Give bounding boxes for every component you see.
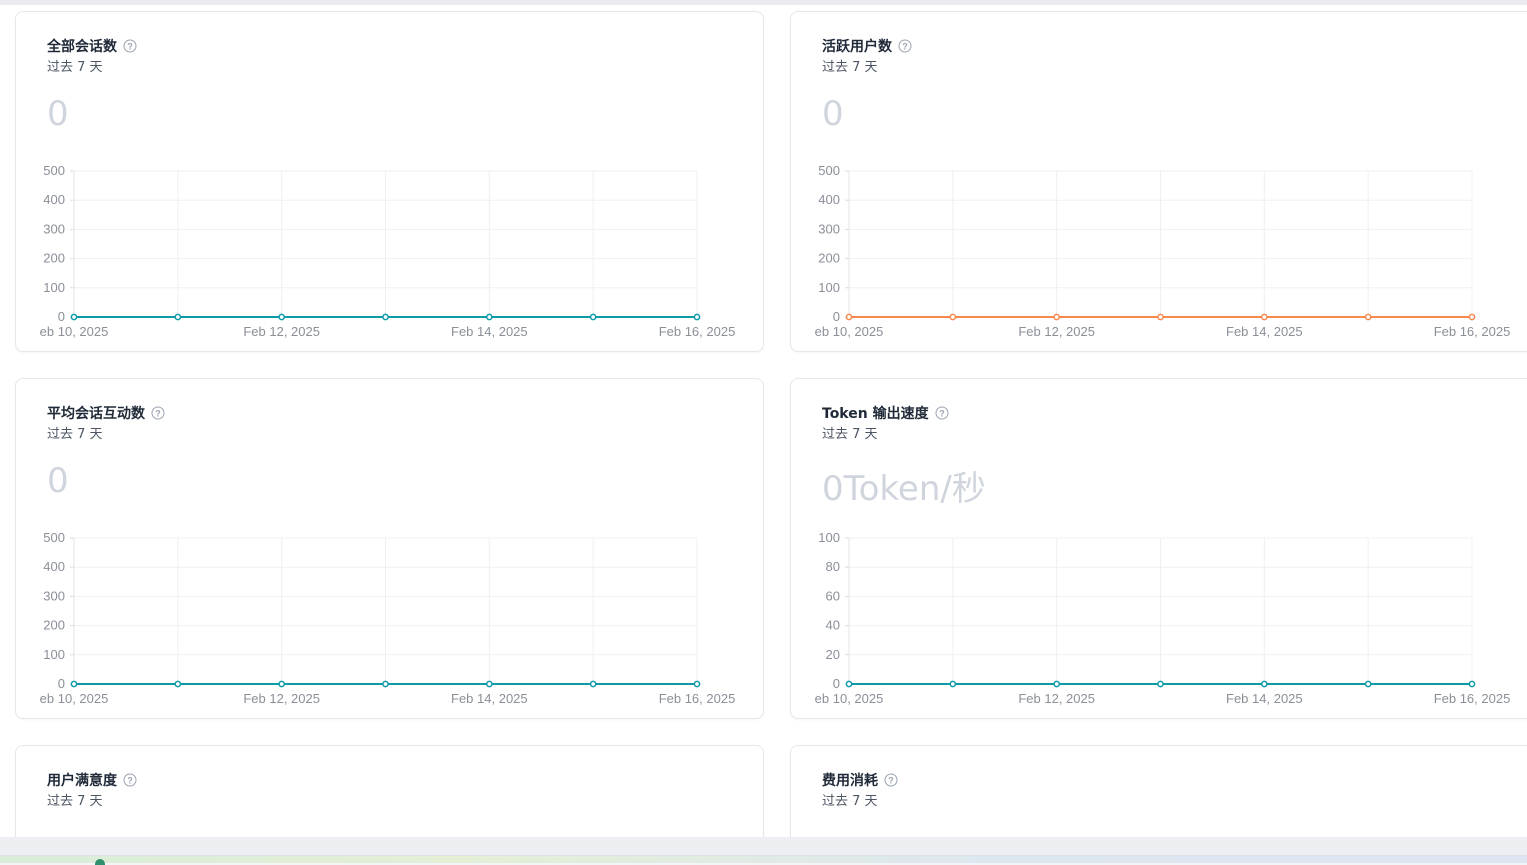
y-tick-label: 400: [43, 192, 65, 207]
data-point: [845, 680, 853, 688]
y-tick-label: 100: [43, 647, 65, 662]
x-tick-label: eb 10, 2025: [815, 324, 884, 339]
x-tick-label: Feb 16, 2025: [659, 324, 736, 339]
data-point: [1157, 313, 1164, 321]
card-title-wrap: 费用消耗 ?: [822, 770, 898, 790]
data-point: [949, 313, 957, 321]
data-point: [845, 313, 853, 321]
y-tick-label: 200: [818, 251, 840, 266]
data-point: [1260, 680, 1268, 688]
x-tick-label: Feb 14, 2025: [1226, 324, 1303, 339]
x-tick-label: Feb 16, 2025: [1434, 324, 1511, 339]
taskbar-app-icon[interactable]: [95, 859, 105, 865]
x-tick-label: Feb 12, 2025: [1018, 324, 1095, 339]
y-tick-label: 500: [818, 163, 840, 178]
card-title: 用户满意度: [47, 773, 117, 789]
line-chart: 0 100 200 300 400 500 eb 10, 2025 Feb 12, 2025 F…: [40, 530, 736, 706]
dashboard-page: 全部会话数 ? 过去 7 天 0 0 100 200 300 400 500 eb 10, …: [0, 5, 1527, 837]
data-point: [693, 680, 701, 688]
help-icon[interactable]: ?: [884, 773, 898, 787]
data-point: [589, 680, 597, 688]
y-tick-label: 20: [826, 647, 840, 662]
y-tick-label: 0: [833, 309, 840, 324]
y-tick-label: 400: [818, 192, 840, 207]
data-point: [174, 313, 182, 321]
card-subtitle: 过去 7 天: [822, 794, 878, 809]
x-tick-label: Feb 14, 2025: [451, 324, 528, 339]
card-title-wrap: 用户满意度 ?: [47, 770, 137, 790]
x-tick-label: Feb 16, 2025: [659, 691, 736, 706]
y-tick-label: 80: [826, 559, 840, 574]
x-tick-label: eb 10, 2025: [815, 691, 884, 706]
x-tick-label: eb 10, 2025: [40, 691, 109, 706]
bottom-bar: [0, 837, 1527, 865]
y-tick-label: 0: [58, 676, 65, 691]
svg-text:?: ?: [888, 775, 894, 785]
y-tick-label: 500: [43, 530, 65, 545]
x-tick-label: Feb 12, 2025: [243, 324, 320, 339]
data-point: [70, 313, 78, 321]
card-total-conversations: 全部会话数 ? 过去 7 天 0 0 100 200 300 400 500 eb 10, …: [15, 11, 764, 352]
data-point: [485, 313, 493, 321]
line-chart: 0 100 200 300 400 500 eb 10, 2025 Feb 12, 2025 F…: [815, 163, 1511, 339]
data-point: [485, 680, 493, 688]
y-tick-label: 0: [58, 309, 65, 324]
y-tick-label: 100: [818, 280, 840, 295]
horizontal-scrollbar[interactable]: [0, 837, 1527, 856]
card-avg-interactions: 平均会话互动数 ? 过去 7 天 0 0 100 200 300 400 500 eb 10…: [15, 378, 764, 719]
data-point: [949, 680, 957, 688]
y-tick-label: 60: [826, 588, 840, 603]
y-tick-label: 300: [818, 221, 840, 236]
data-point: [382, 313, 389, 321]
y-tick-label: 40: [826, 618, 840, 633]
x-tick-label: Feb 16, 2025: [1434, 691, 1511, 706]
help-icon[interactable]: ?: [123, 773, 137, 787]
data-point: [1053, 313, 1061, 321]
x-tick-label: eb 10, 2025: [40, 324, 109, 339]
data-point: [589, 313, 597, 321]
data-point: [1364, 313, 1372, 321]
y-tick-label: 0: [833, 676, 840, 691]
y-tick-label: 300: [43, 588, 65, 603]
data-point: [382, 680, 389, 688]
svg-text:?: ?: [127, 775, 133, 785]
data-point: [174, 680, 182, 688]
card-subtitle: 过去 7 天: [47, 794, 103, 809]
x-tick-label: Feb 14, 2025: [451, 691, 528, 706]
x-tick-label: Feb 12, 2025: [243, 691, 320, 706]
card-token-speed: Token 输出速度 ? 过去 7 天 0Token/秒 0 20 40 60 80 10…: [790, 378, 1527, 719]
card-active-users: 活跃用户数 ? 过去 7 天 0 0 100 200 300 400 500 eb 10, …: [790, 11, 1527, 352]
card-cost: 费用消耗 ? 过去 7 天: [790, 745, 1527, 837]
data-point: [1053, 680, 1061, 688]
data-point: [278, 680, 286, 688]
data-point: [1468, 313, 1476, 321]
data-point: [1260, 313, 1268, 321]
card-title: 费用消耗: [822, 773, 878, 789]
line-chart: 0 20 40 60 80 100 eb 10, 2025 Feb 12, 2025 Feb 1…: [815, 530, 1511, 706]
card-user-satisfaction: 用户满意度 ? 过去 7 天: [15, 745, 764, 837]
line-chart: 0 100 200 300 400 500 eb 10, 2025 Feb 12, 2025 F…: [40, 163, 736, 339]
data-point: [1468, 680, 1476, 688]
data-point: [693, 313, 701, 321]
y-tick-label: 500: [43, 163, 65, 178]
y-tick-label: 200: [43, 618, 65, 633]
x-tick-label: Feb 14, 2025: [1226, 691, 1303, 706]
data-point: [278, 313, 286, 321]
data-point: [1157, 680, 1164, 688]
y-tick-label: 100: [818, 530, 840, 545]
y-tick-label: 200: [43, 251, 65, 266]
x-tick-label: Feb 12, 2025: [1018, 691, 1095, 706]
data-point: [1364, 680, 1372, 688]
y-tick-label: 100: [43, 280, 65, 295]
y-tick-label: 300: [43, 221, 65, 236]
data-point: [70, 680, 78, 688]
y-tick-label: 400: [43, 559, 65, 574]
